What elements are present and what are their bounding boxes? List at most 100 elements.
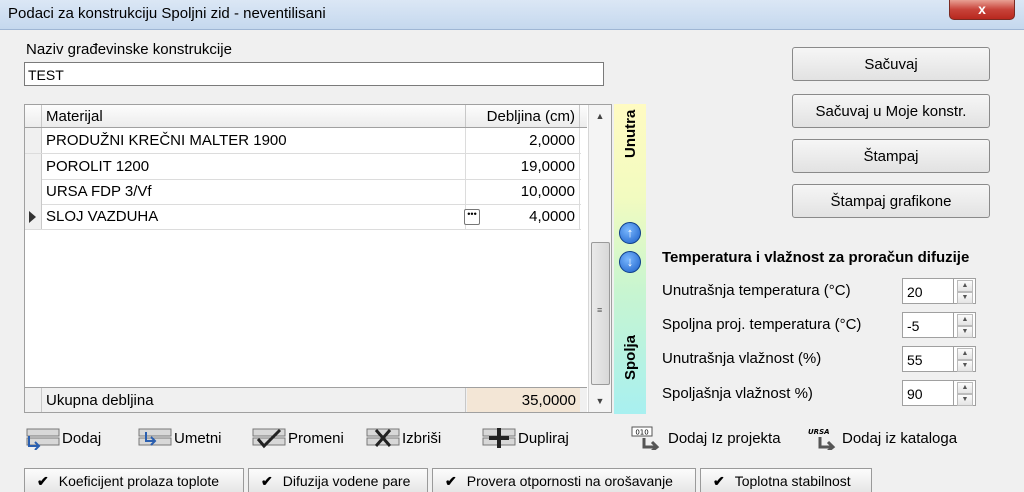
delete-layer-icon xyxy=(366,428,400,447)
outer-temperature-label: Spoljna proj. temperatura (°C) xyxy=(662,316,862,333)
delete-button[interactable]: Izbriši xyxy=(366,424,450,454)
outer-humidity-spinner[interactable]: ▲ ▼ xyxy=(954,380,976,406)
scroll-thumb[interactable]: ≡ xyxy=(591,242,610,385)
check-icon: ✔ xyxy=(713,473,725,489)
add-from-project-label: Dodaj Iz projekta xyxy=(668,430,781,447)
current-row-arrow-icon xyxy=(29,211,36,223)
spin-down-icon[interactable]: ▼ xyxy=(957,394,973,406)
catalog-import-icon: URSA xyxy=(808,428,836,450)
scroll-down-arrow-icon[interactable]: ▼ xyxy=(589,390,611,412)
material-cell[interactable]: URSA FDP 3/Vf xyxy=(42,179,466,204)
duplicate-layer-icon xyxy=(482,428,516,448)
grid-scrollbar[interactable]: ▲ ≡ ▼ xyxy=(588,105,611,412)
table-row[interactable]: SLOJ VAZDUHA ••• 4,0000 xyxy=(25,204,581,230)
grid-header: Materijal Debljina (cm) xyxy=(25,105,587,128)
close-button[interactable]: x xyxy=(949,0,1015,20)
tab-condensation-check[interactable]: ✔ Provera otpornosti na orošavanje xyxy=(432,468,696,492)
change-label: Promeni xyxy=(288,430,344,447)
header-indicator-cell xyxy=(25,105,42,127)
check-icon: ✔ xyxy=(37,473,49,489)
spin-up-icon[interactable]: ▲ xyxy=(957,382,973,394)
spin-up-icon[interactable]: ▲ xyxy=(957,280,973,292)
material-cell-text: SLOJ VAZDUHA xyxy=(46,208,159,225)
total-thickness-value: 35,0000 xyxy=(467,388,580,412)
table-row[interactable]: URSA FDP 3/Vf 10,0000 xyxy=(25,179,581,205)
spin-up-icon[interactable]: ▲ xyxy=(957,314,973,326)
add-layer-icon xyxy=(26,428,60,450)
inner-temperature-spinner[interactable]: ▲ ▼ xyxy=(954,278,976,304)
save-to-my-constructions-button[interactable]: Sačuvaj u Moje konstr. xyxy=(792,94,990,128)
spin-down-icon[interactable]: ▼ xyxy=(957,326,973,338)
inner-temperature-label: Unutrašnja temperatura (°C) xyxy=(662,282,851,299)
save-button[interactable]: Sačuvaj xyxy=(792,47,990,81)
row-indicator[interactable] xyxy=(25,154,42,179)
add-from-catalog-button[interactable]: URSA Dodaj iz kataloga xyxy=(806,424,984,454)
window-title: Podaci za konstrukciju Spoljni zid - nev… xyxy=(8,5,326,22)
construction-name-label: Naziv građevinske konstrukcije xyxy=(26,41,232,58)
tab-thermal-stability[interactable]: ✔ Toplotna stabilnost xyxy=(700,468,872,492)
print-button[interactable]: Štampaj xyxy=(792,139,990,173)
tab-label: Koeficijent prolaza toplote xyxy=(58,473,220,489)
add-from-project-button[interactable]: 010 Dodaj Iz projekta xyxy=(630,424,796,454)
row-indicator[interactable] xyxy=(25,179,42,204)
project-badge: 010 xyxy=(635,429,648,437)
outer-temperature-input[interactable]: -5 xyxy=(902,312,954,338)
construction-name-input[interactable]: TEST xyxy=(24,62,604,86)
diffusion-section-title: Temperatura i vlažnost za proračun difuz… xyxy=(662,249,970,266)
project-import-icon: 010 xyxy=(631,426,660,450)
material-cell[interactable]: POROLIT 1200 xyxy=(42,154,466,179)
tab-label: Toplotna stabilnost xyxy=(734,473,851,489)
thickness-cell[interactable]: 2,0000 xyxy=(467,128,580,153)
spin-down-icon[interactable]: ▼ xyxy=(957,360,973,372)
thickness-cell[interactable]: 4,0000 xyxy=(467,204,580,229)
tab-vapor-diffusion[interactable]: ✔ Difuzija vodene pare xyxy=(248,468,428,492)
outer-humidity-input[interactable]: 90 xyxy=(902,380,954,406)
title-bar: Podaci za konstrukciju Spoljni zid - nev… xyxy=(0,0,1024,30)
total-thickness-label: Ukupna debljina xyxy=(42,388,466,412)
column-header-thickness[interactable]: Debljina (cm) xyxy=(467,105,580,127)
check-icon: ✔ xyxy=(261,473,273,489)
print-charts-button[interactable]: Štampaj grafikone xyxy=(792,184,990,218)
tab-label: Difuzija vodene pare xyxy=(282,473,411,489)
materials-grid: Materijal Debljina (cm) PRODUŽNI KREČNI … xyxy=(24,104,612,413)
outer-humidity-label: Spoljašnja vlažnost %) xyxy=(662,385,813,402)
insert-button[interactable]: Umetni xyxy=(138,424,234,454)
spin-up-icon[interactable]: ▲ xyxy=(957,348,973,360)
add-button[interactable]: Dodaj xyxy=(26,424,112,454)
add-label: Dodaj xyxy=(62,430,102,447)
change-button[interactable]: Promeni xyxy=(252,424,356,454)
insert-layer-icon xyxy=(138,428,172,446)
outer-temperature-spinner[interactable]: ▲ ▼ xyxy=(954,312,976,338)
inner-temperature-input[interactable]: 20 xyxy=(902,278,954,304)
table-row[interactable]: PRODUŽNI KREČNI MALTER 1900 2,0000 xyxy=(25,128,581,154)
material-cell[interactable]: PRODUŽNI KREČNI MALTER 1900 xyxy=(42,128,466,153)
catalog-badge: URSA xyxy=(808,428,830,436)
material-cell[interactable]: SLOJ VAZDUHA ••• xyxy=(42,204,480,229)
thickness-cell[interactable]: 19,0000 xyxy=(467,154,580,179)
table-row[interactable]: POROLIT 1200 19,0000 xyxy=(25,154,581,180)
move-layer-down-icon[interactable]: ↓ xyxy=(619,251,641,273)
row-indicator[interactable] xyxy=(25,128,42,153)
delete-label: Izbriši xyxy=(402,430,442,447)
inner-humidity-input[interactable]: 55 xyxy=(902,346,954,372)
grid-total-row: Ukupna debljina 35,0000 xyxy=(25,387,587,412)
total-row-indicator xyxy=(25,388,42,412)
thickness-cell[interactable]: 10,0000 xyxy=(467,179,580,204)
row-indicator[interactable] xyxy=(25,204,42,229)
duplicate-label: Dupliraj xyxy=(518,430,569,447)
inner-humidity-spinner[interactable]: ▲ ▼ xyxy=(954,346,976,372)
scroll-grip-icon: ≡ xyxy=(597,305,603,315)
column-header-material[interactable]: Materijal xyxy=(42,105,466,127)
move-layer-up-icon[interactable]: ↑ xyxy=(619,222,641,244)
check-icon: ✔ xyxy=(445,473,457,489)
edit-layer-icon xyxy=(252,428,286,449)
add-from-catalog-label: Dodaj iz kataloga xyxy=(842,430,958,447)
inner-humidity-label: Unutrašnja vlažnost (%) xyxy=(662,350,822,367)
tab-label: Provera otpornosti na orošavanje xyxy=(466,473,673,489)
outside-label: Spolja xyxy=(622,335,639,381)
inside-label: Unutra xyxy=(622,109,639,159)
tab-heat-transfer[interactable]: ✔ Koeficijent prolaza toplote xyxy=(24,468,244,492)
spin-down-icon[interactable]: ▼ xyxy=(957,292,973,304)
scroll-up-arrow-icon[interactable]: ▲ xyxy=(589,105,611,127)
duplicate-button[interactable]: Dupliraj xyxy=(482,424,582,454)
